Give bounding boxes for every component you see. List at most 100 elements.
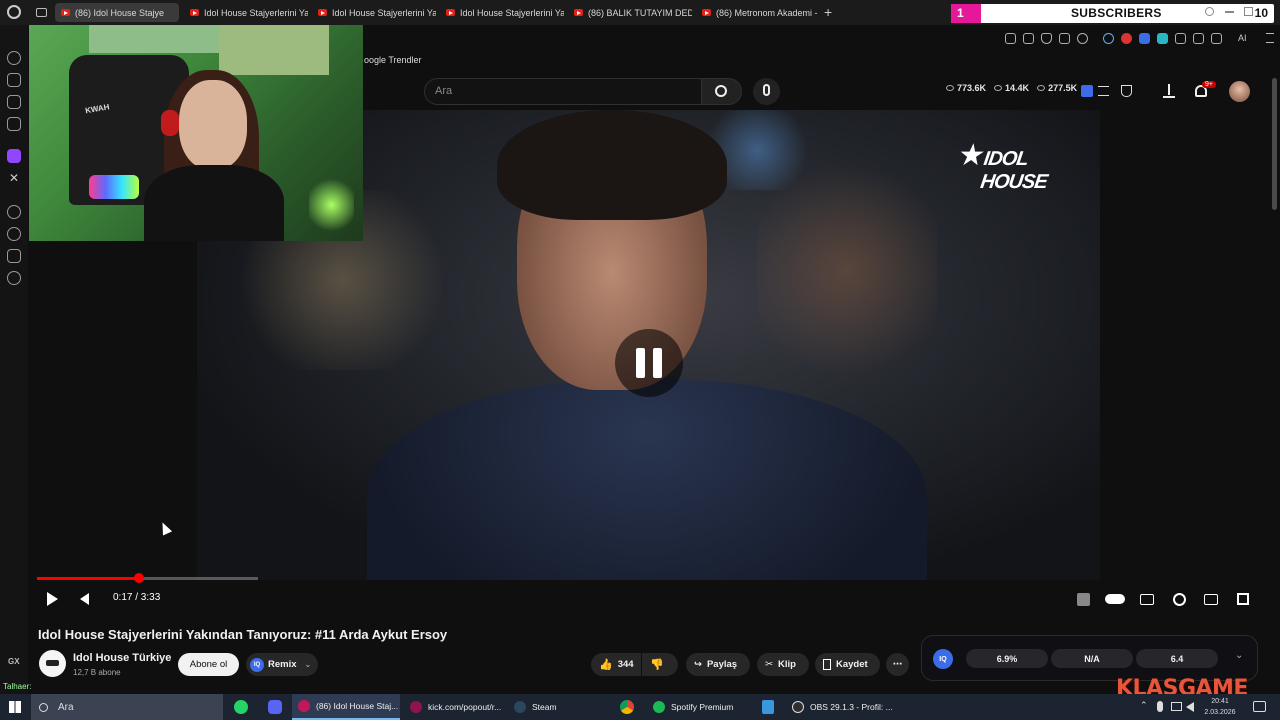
remix-button[interactable]: IQ Remix ⌄ bbox=[246, 653, 318, 676]
extension-blue-icon[interactable] bbox=[1139, 33, 1150, 44]
extension-teal-icon[interactable] bbox=[1157, 33, 1168, 44]
browser-tab[interactable]: (86) BALIK TUTAYIM DED bbox=[568, 3, 692, 22]
fullscreen-icon bbox=[1237, 593, 1249, 605]
upload-icon[interactable] bbox=[1163, 84, 1175, 98]
wallet-icon[interactable] bbox=[1193, 33, 1204, 44]
clip-label: Klip bbox=[777, 659, 796, 670]
thumbs-down-icon: 👎 bbox=[650, 659, 664, 671]
video-progress-bar[interactable] bbox=[37, 573, 258, 583]
send-icon[interactable] bbox=[1059, 33, 1070, 44]
obs-icon bbox=[792, 701, 804, 713]
settings-icon[interactable] bbox=[7, 271, 21, 285]
puzzle-icon[interactable] bbox=[1175, 33, 1186, 44]
menu-icon[interactable] bbox=[1266, 33, 1274, 43]
browser-tab-active[interactable]: (86) Idol House Stajye bbox=[55, 3, 179, 22]
channel-name[interactable]: Idol House Türkiye bbox=[73, 652, 171, 664]
taskbar-item[interactable]: Steam bbox=[508, 694, 608, 720]
chevron-down-icon[interactable]: ⌄ bbox=[1235, 650, 1243, 661]
miniplayer-button[interactable] bbox=[1202, 586, 1220, 612]
extension-red-icon[interactable] bbox=[1121, 33, 1132, 44]
like-button[interactable]: 👍 344 bbox=[591, 653, 641, 676]
dislike-button[interactable]: 👎 bbox=[642, 653, 678, 676]
new-tab-button[interactable]: + bbox=[824, 4, 832, 20]
bookmark-google-trends[interactable]: oogle Trendler bbox=[364, 55, 422, 65]
iq-extension-icon[interactable] bbox=[1081, 85, 1093, 97]
notepad-icon[interactable] bbox=[762, 700, 774, 714]
browser-tab[interactable]: Idol House Stajyerlerini Ya bbox=[184, 3, 308, 22]
taskbar-item[interactable]: OBS 29.1.3 - Profil: ... bbox=[786, 694, 892, 720]
save-button[interactable]: Kaydet bbox=[815, 653, 880, 676]
trophy-icon[interactable] bbox=[1121, 85, 1132, 97]
history-icon[interactable] bbox=[7, 227, 21, 241]
search-tabs-icon[interactable] bbox=[1205, 7, 1214, 16]
autoplay-toggle[interactable] bbox=[1104, 586, 1126, 612]
extensions-icon[interactable] bbox=[7, 249, 21, 263]
subscribe-button[interactable]: Abone ol bbox=[178, 653, 239, 676]
screenshot-icon[interactable] bbox=[1023, 33, 1034, 44]
account-avatar[interactable] bbox=[1229, 81, 1250, 102]
tab-label: (86) Idol House Stajye bbox=[75, 7, 165, 18]
video-progress-scrubber[interactable] bbox=[133, 573, 144, 583]
video-progress-fill bbox=[37, 577, 139, 580]
player-icon[interactable] bbox=[7, 205, 21, 219]
ai-button[interactable]: AI bbox=[1238, 33, 1247, 43]
mouse-cursor-icon bbox=[157, 520, 173, 536]
ticket-icon[interactable] bbox=[7, 95, 21, 109]
bag-icon[interactable] bbox=[7, 73, 21, 87]
discord-icon[interactable] bbox=[268, 700, 282, 714]
tab-menu-icon[interactable] bbox=[36, 8, 47, 17]
maximize-icon[interactable] bbox=[1244, 7, 1253, 16]
taskbar-clock[interactable]: 20:41 2.03.2026 bbox=[1198, 696, 1242, 718]
more-actions-button[interactable]: ⋯ bbox=[886, 653, 909, 676]
taskbar-item-label: Spotify Premium bbox=[671, 702, 734, 712]
search-input[interactable]: Ara bbox=[424, 78, 702, 105]
fullscreen-button[interactable] bbox=[1234, 586, 1252, 612]
subtitles-button[interactable] bbox=[1138, 586, 1156, 612]
voice-search-button[interactable] bbox=[753, 78, 780, 105]
play-button[interactable] bbox=[42, 586, 62, 612]
channel-subscriber-count: 12,7 B abone bbox=[73, 668, 121, 677]
channel-avatar[interactable] bbox=[39, 650, 66, 677]
browser-sidebar: ✕ bbox=[0, 25, 28, 695]
clip-button[interactable]: ✂ Klip bbox=[757, 653, 809, 676]
shield-icon[interactable] bbox=[1041, 33, 1052, 44]
network-icon[interactable] bbox=[1171, 702, 1182, 711]
chrome-icon[interactable] bbox=[620, 700, 634, 714]
twitch-icon[interactable] bbox=[7, 149, 21, 163]
heart-icon[interactable] bbox=[1077, 33, 1088, 44]
settings-button[interactable] bbox=[1170, 586, 1188, 612]
pause-overlay-icon[interactable] bbox=[615, 329, 683, 397]
action-center-icon[interactable] bbox=[1253, 701, 1266, 712]
taskbar-item[interactable]: Spotify Premium bbox=[647, 694, 755, 720]
search-icon bbox=[39, 702, 48, 712]
opera-logo-icon[interactable] bbox=[7, 5, 21, 19]
browser-tab[interactable]: (86) Metronom Akademi - bbox=[696, 3, 820, 22]
pin-icon[interactable] bbox=[1005, 33, 1016, 44]
queue-icon[interactable] bbox=[1098, 86, 1109, 96]
share-button[interactable]: ↪ Paylaş bbox=[686, 653, 750, 676]
taskbar-item[interactable]: (86) Idol House Staj... bbox=[292, 694, 400, 720]
miniplayer-icon bbox=[1204, 593, 1218, 605]
windows-start-icon[interactable] bbox=[9, 701, 21, 713]
iq-badge-icon: IQ bbox=[250, 657, 264, 672]
page-scrollbar[interactable] bbox=[1272, 78, 1277, 210]
whatsapp-icon[interactable] bbox=[234, 700, 248, 714]
x-twitter-icon[interactable]: ✕ bbox=[7, 171, 21, 185]
speaker-icon[interactable] bbox=[1186, 702, 1194, 712]
download-icon[interactable] bbox=[1211, 33, 1222, 44]
search-button[interactable] bbox=[701, 78, 742, 105]
browser-tab[interactable]: Idol House Stajyerlerini Ya bbox=[440, 3, 564, 22]
extension-c-icon[interactable] bbox=[1103, 33, 1114, 44]
iq-player-button[interactable] bbox=[1075, 586, 1091, 612]
opera-gx-icon bbox=[410, 701, 422, 713]
music-icon[interactable] bbox=[7, 117, 21, 131]
taskbar-item[interactable]: kick.com/popout/r... bbox=[404, 694, 504, 720]
microphone-tray-icon[interactable] bbox=[1157, 701, 1163, 712]
minimize-icon[interactable] bbox=[1225, 11, 1234, 13]
taskbar-search[interactable]: Ara bbox=[31, 694, 223, 720]
browser-tab[interactable]: Idol House Stajyerlerini Ya bbox=[312, 3, 436, 22]
tray-chevron-icon[interactable]: ⌃ bbox=[1140, 700, 1148, 711]
volume-button[interactable] bbox=[74, 586, 94, 612]
speed-dial-icon[interactable] bbox=[7, 51, 21, 65]
windows-taskbar: Ara (86) Idol House Staj... kick.com/pop… bbox=[0, 694, 1280, 720]
